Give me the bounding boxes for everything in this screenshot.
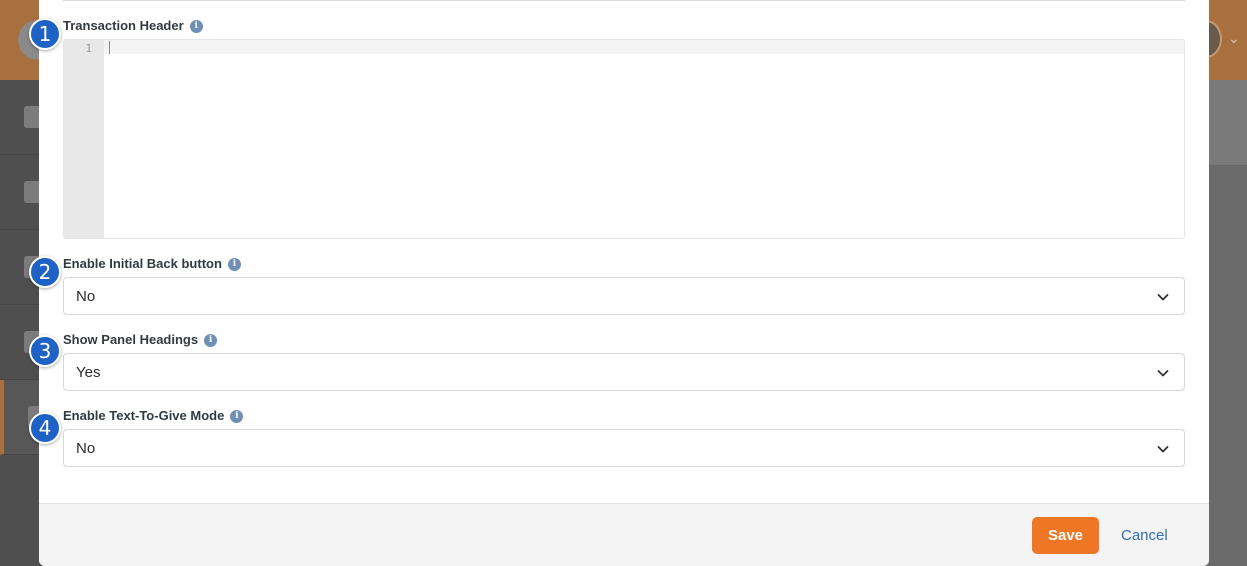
callout-badge-1: 1	[29, 18, 61, 50]
select-value: No	[76, 439, 96, 457]
modal-footer: Save Cancel	[39, 503, 1209, 566]
enable-initial-back-button-select[interactable]: No	[63, 277, 1185, 315]
show-panel-headings-select[interactable]: Yes	[63, 353, 1185, 391]
show-panel-headings-label: Show Panel Headings i	[63, 332, 218, 348]
modal-divider	[63, 0, 1185, 1]
info-icon[interactable]: i	[204, 333, 218, 347]
callout-badge-3: 3	[29, 335, 61, 367]
transaction-header-code-editor[interactable]: 1	[63, 39, 1185, 239]
cancel-link[interactable]: Cancel	[1121, 527, 1168, 544]
chevron-down-icon	[1157, 370, 1169, 377]
editor-gutter: 1	[64, 40, 104, 238]
background-user-chevron-icon: ⌄	[1228, 30, 1240, 46]
info-icon[interactable]: i	[230, 409, 244, 423]
chevron-down-icon	[1157, 294, 1169, 301]
save-button[interactable]: Save	[1032, 517, 1099, 554]
chevron-down-icon	[1157, 446, 1169, 453]
info-icon[interactable]: i	[189, 19, 203, 33]
editor-active-line	[104, 40, 1184, 54]
info-icon[interactable]: i	[227, 257, 241, 271]
select-value: No	[76, 287, 96, 305]
enable-text-to-give-mode-label: Enable Text-To-Give Mode i	[63, 408, 244, 424]
block-settings-modal: Transaction Header i 1 Enable Initial Ba…	[39, 0, 1209, 566]
enable-initial-back-button-label: Enable Initial Back button i	[63, 256, 241, 272]
text-cursor	[109, 41, 110, 54]
line-number: 1	[85, 42, 92, 55]
callout-badge-2: 2	[29, 256, 61, 288]
transaction-header-label: Transaction Header i	[63, 18, 203, 34]
select-value: Yes	[76, 363, 101, 381]
callout-badge-4: 4	[29, 412, 61, 444]
enable-text-to-give-mode-select[interactable]: No	[63, 429, 1185, 467]
